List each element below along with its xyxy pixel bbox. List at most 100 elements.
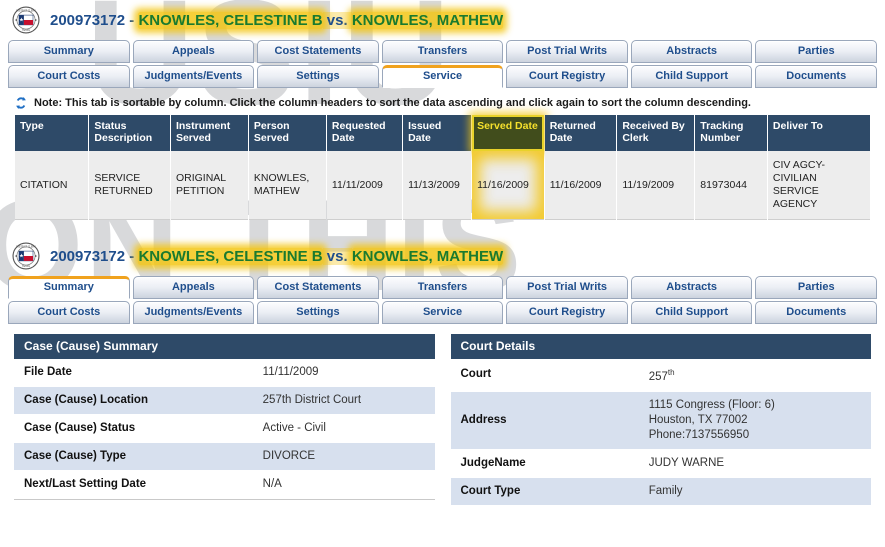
- service-tabs: Summary Appeals Cost Statements Transfer…: [0, 40, 885, 88]
- value-court-type: Family: [638, 477, 871, 506]
- court-details-panel: Court Details Court 257th Address 1115 C…: [450, 334, 871, 506]
- sortable-note: Note: This tab is sortable by column. Cl…: [0, 90, 885, 115]
- value-next-last-setting-date: N/A: [252, 470, 435, 499]
- case-header-service: DISTRICT CLERK TEXAS 200973172 - KNOWLES…: [0, 0, 885, 40]
- case-number-2: 200973172: [50, 247, 126, 265]
- cell-instrument-served: ORIGINAL PETITION: [170, 151, 248, 220]
- label-judge-name: JudgeName: [450, 449, 639, 478]
- case-title-separator: -: [125, 11, 139, 29]
- cell-tracking-number: 81973044: [695, 151, 767, 220]
- tab-summary-2[interactable]: Summary: [8, 276, 130, 299]
- row-court-type: Court Type Family: [450, 477, 871, 506]
- cell-deliver-to: CIV AGCY-CIVILIAN SERVICE AGENCY: [767, 151, 870, 220]
- row-judge-name: JudgeName JUDY WARNE: [450, 449, 871, 478]
- value-case-status: Active - Civil: [252, 414, 435, 443]
- service-table: Type Status Description Instrument Serve…: [14, 115, 871, 220]
- value-address: 1115 Congress (Floor: 6) Houston, TX 770…: [638, 391, 871, 450]
- col-header-issued-date[interactable]: Issued Date: [403, 115, 472, 151]
- row-address: Address 1115 Congress (Floor: 6) Houston…: [450, 391, 871, 450]
- col-header-type[interactable]: Type: [15, 115, 89, 151]
- cell-returned-date: 11/16/2009: [544, 151, 617, 220]
- tab-service[interactable]: Service: [381, 65, 504, 88]
- row-court: Court 257th: [450, 359, 871, 392]
- col-header-served-date[interactable]: Served Date: [472, 115, 544, 151]
- cell-type: CITATION: [15, 151, 89, 220]
- tab-documents-2[interactable]: Documents: [755, 301, 878, 324]
- service-table-header-row: Type Status Description Instrument Serve…: [15, 115, 870, 151]
- tab-appeals[interactable]: Appeals: [132, 40, 255, 63]
- tab-transfers[interactable]: Transfers: [381, 40, 504, 63]
- label-case-type: Case (Cause) Type: [14, 442, 253, 471]
- tab-service-2[interactable]: Service: [381, 301, 504, 324]
- tab-court-registry[interactable]: Court Registry: [506, 65, 628, 88]
- cell-received-by-clerk: 11/19/2009: [617, 151, 695, 220]
- tab-summary[interactable]: Summary: [8, 40, 130, 63]
- row-file-date: File Date 11/11/2009: [14, 359, 435, 387]
- sortable-note-text: Note: This tab is sortable by column. Cl…: [34, 97, 751, 109]
- label-court: Court: [450, 359, 639, 392]
- row-case-type: Case (Cause) Type DIVORCE: [14, 442, 435, 471]
- col-header-requested-date[interactable]: Requested Date: [326, 115, 403, 151]
- cell-issued-date: 11/13/2009: [403, 151, 472, 220]
- plaintiff-name-2: KNOWLES, CELESTINE B: [138, 247, 323, 265]
- tab-abstracts[interactable]: Abstracts: [630, 40, 753, 63]
- tab-post-trial-writs-2[interactable]: Post Trial Writs: [506, 276, 628, 299]
- tab-judgments-events-2[interactable]: Judgments/Events: [132, 301, 255, 324]
- vs-label-2: vs.: [322, 247, 352, 265]
- label-file-date: File Date: [14, 359, 253, 387]
- tab-post-trial-writs[interactable]: Post Trial Writs: [506, 40, 628, 63]
- tab-child-support[interactable]: Child Support: [630, 65, 753, 88]
- page-root: DISTRICT CLERK TEXAS 200973172 - KNOWLES…: [0, 0, 885, 506]
- address-line-2: Houston, TX 77002: [648, 413, 748, 426]
- case-number: 200973172: [50, 11, 126, 29]
- summary-tabs: Summary Appeals Cost Statements Transfer…: [0, 276, 885, 324]
- tab-court-registry-2[interactable]: Court Registry: [506, 301, 628, 324]
- col-header-person-served[interactable]: Person Served: [248, 115, 326, 151]
- case-cause-summary-table: File Date 11/11/2009 Case (Cause) Locati…: [14, 359, 435, 499]
- col-header-returned-date[interactable]: Returned Date: [544, 115, 617, 151]
- col-header-tracking-number[interactable]: Tracking Number: [695, 115, 767, 151]
- col-header-status-description[interactable]: Status Description: [89, 115, 170, 151]
- tab-cost-statements-2[interactable]: Cost Statements: [257, 276, 379, 299]
- tab-judgments-events[interactable]: Judgments/Events: [132, 65, 255, 88]
- tab-parties[interactable]: Parties: [755, 40, 878, 63]
- tab-court-costs-2[interactable]: Court Costs: [8, 301, 130, 324]
- tab-transfers-2[interactable]: Transfers: [381, 276, 504, 299]
- tab-child-support-2[interactable]: Child Support: [630, 301, 753, 324]
- defendant-name: KNOWLES, MATHEW: [351, 11, 504, 29]
- label-next-last-setting-date: Next/Last Setting Date: [14, 470, 253, 499]
- plaintiff-name: KNOWLES, CELESTINE B: [138, 11, 323, 29]
- col-header-received-by-clerk[interactable]: Received By Clerk: [617, 115, 695, 151]
- value-court: 257th: [638, 359, 871, 392]
- summary-panels: Case (Cause) Summary File Date 11/11/200…: [0, 326, 885, 506]
- tab-appeals-2[interactable]: Appeals: [132, 276, 255, 299]
- col-header-instrument-served[interactable]: Instrument Served: [170, 115, 248, 151]
- sort-refresh-icon: [14, 96, 28, 110]
- label-address: Address: [450, 391, 639, 450]
- value-file-date: 11/11/2009: [252, 359, 435, 387]
- summary-tab-row-1: Summary Appeals Cost Statements Transfer…: [8, 276, 878, 299]
- row-next-last-setting-date: Next/Last Setting Date N/A: [14, 470, 435, 499]
- service-table-wrap: Type Status Description Instrument Serve…: [0, 115, 885, 220]
- svg-text:DISTRICT CLERK: DISTRICT CLERK: [16, 10, 36, 13]
- tab-cost-statements[interactable]: Cost Statements: [257, 40, 379, 63]
- tab-documents[interactable]: Documents: [755, 65, 878, 88]
- case-title-service: 200973172 - KNOWLES, CELESTINE B vs. KNO…: [50, 11, 504, 29]
- tab-court-costs[interactable]: Court Costs: [8, 65, 130, 88]
- cell-served-date: 11/16/2009: [472, 151, 544, 220]
- svg-text:TEXAS: TEXAS: [22, 29, 30, 32]
- case-header-summary: DISTRICT CLERK TEXAS 200973172 - KNOWLES…: [0, 236, 885, 276]
- tab-settings-2[interactable]: Settings: [257, 301, 379, 324]
- value-case-location: 257th District Court: [252, 386, 435, 415]
- tab-parties-2[interactable]: Parties: [755, 276, 878, 299]
- col-header-deliver-to[interactable]: Deliver To: [767, 115, 870, 151]
- case-cause-summary-title: Case (Cause) Summary: [14, 334, 435, 359]
- texas-state-seal-icon: DISTRICT CLERK TEXAS: [12, 6, 40, 34]
- tab-settings[interactable]: Settings: [257, 65, 379, 88]
- tab-abstracts-2[interactable]: Abstracts: [630, 276, 753, 299]
- case-summary-bottom-rule: [14, 499, 435, 501]
- service-tab-row-1: Summary Appeals Cost Statements Transfer…: [8, 40, 878, 63]
- court-details-table: Court 257th Address 1115 Congress (Floor…: [450, 359, 871, 506]
- court-details-title: Court Details: [450, 334, 871, 359]
- vs-label: vs.: [322, 11, 352, 29]
